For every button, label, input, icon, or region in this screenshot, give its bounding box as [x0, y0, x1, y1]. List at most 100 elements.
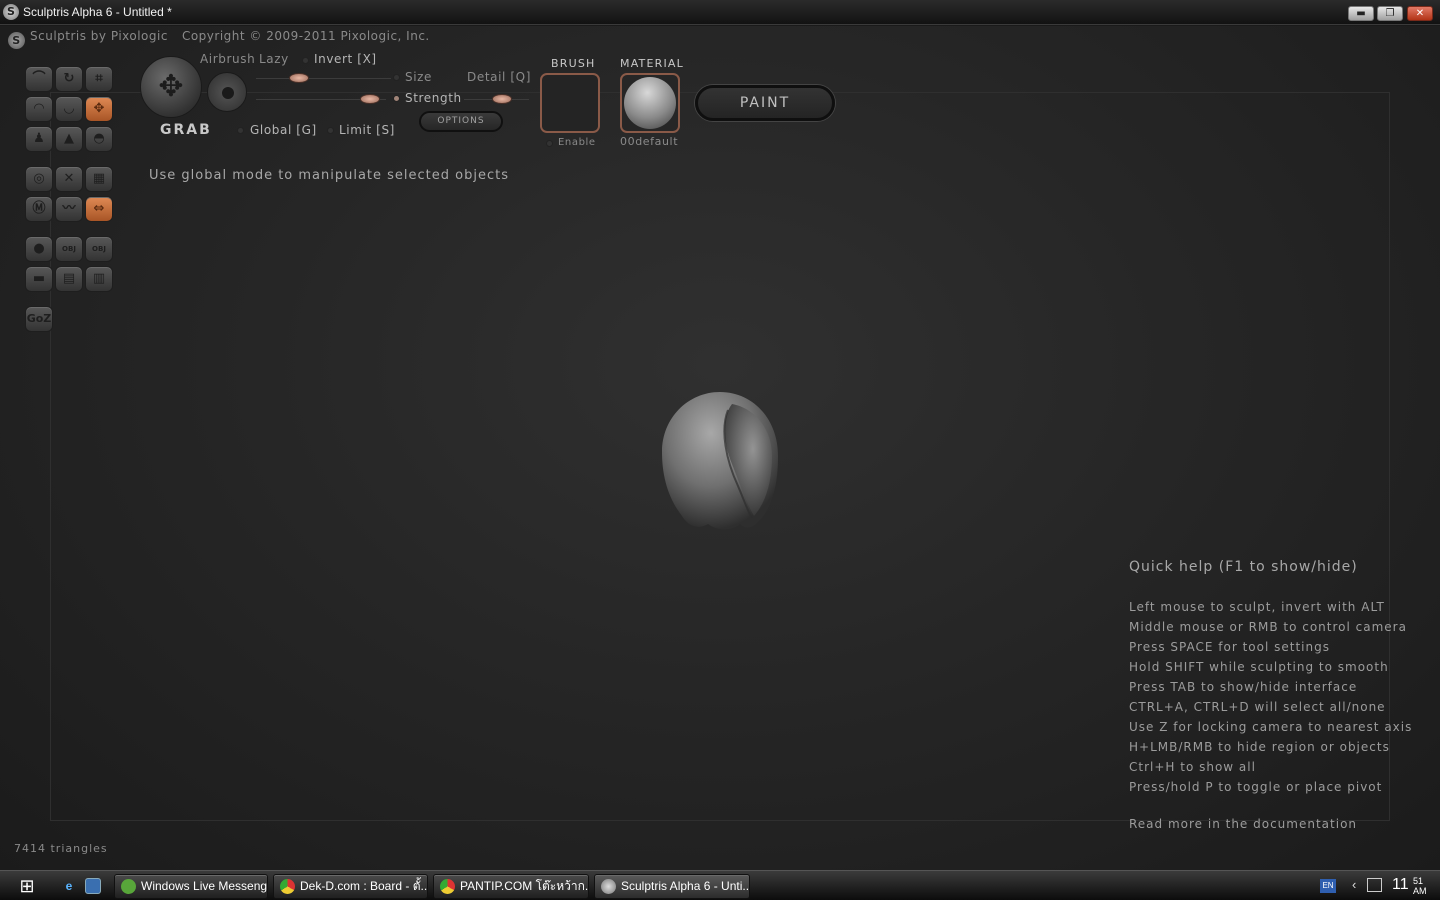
- quick-help-line: CTRL+A, CTRL+D will select all/none: [1129, 700, 1386, 714]
- grab-tool-icon[interactable]: ✥: [85, 96, 113, 122]
- strength-radio[interactable]: [393, 95, 400, 102]
- sculptris-icon: [601, 879, 616, 894]
- close-button[interactable]: ✕: [1407, 6, 1433, 21]
- invert-radio[interactable]: [302, 57, 309, 64]
- sculptris-workspace[interactable]: S Sculptris by Pixologic Copyright © 2009-…: [0, 26, 1440, 870]
- taskbar-item-pantip[interactable]: PANTIP.COM โต๊ะหว้าก...: [433, 874, 589, 899]
- grab-brush-icon[interactable]: ✥: [140, 56, 202, 118]
- smooth-tool-icon[interactable]: ◓: [85, 126, 113, 152]
- quick-help-line: Left mouse to sculpt, invert with ALT: [1129, 600, 1385, 614]
- brush-swatch-title: BRUSH: [551, 57, 596, 70]
- import-obj-icon[interactable]: OBJ: [55, 236, 83, 262]
- limit-label: Limit [S]: [339, 123, 395, 137]
- windows-start-icon[interactable]: ⊞: [14, 874, 40, 898]
- new-plane-icon[interactable]: ▬: [25, 266, 53, 292]
- airbrush-toggle[interactable]: Airbrush: [200, 52, 255, 66]
- strength-slider-knob[interactable]: [360, 94, 380, 104]
- material-swatch[interactable]: [620, 73, 680, 133]
- material-swatch-title: MATERIAL: [620, 57, 684, 70]
- mask-tool-icon[interactable]: Ⓜ: [25, 196, 53, 222]
- brush-falloff-icon[interactable]: [207, 72, 247, 112]
- quick-help-title: Quick help (F1 to show/hide): [1129, 559, 1358, 575]
- quick-help-line: Press/hold P to toggle or place pivot: [1129, 780, 1383, 794]
- global-radio[interactable]: [237, 127, 244, 134]
- pinch-tool-icon[interactable]: ♟: [25, 126, 53, 152]
- quick-help-line: Hold SHIFT while sculpting to smooth: [1129, 660, 1389, 674]
- window-title: Sculptris Alpha 6 - Untitled *: [23, 5, 172, 19]
- chrome-icon: [440, 879, 455, 894]
- quick-help-line: Use Z for locking camera to nearest axis: [1129, 720, 1413, 734]
- invert-label: Invert [X]: [314, 52, 377, 66]
- language-indicator[interactable]: EN: [1320, 879, 1336, 893]
- tray-expand-icon[interactable]: ‹: [1352, 877, 1356, 892]
- size-radio[interactable]: [393, 74, 400, 81]
- task-label: PANTIP.COM โต๊ะหว้าก...: [460, 879, 589, 893]
- goz-button[interactable]: GoZ: [25, 306, 53, 332]
- chrome-icon: [280, 879, 295, 894]
- network-icon[interactable]: [1367, 878, 1382, 892]
- global-label: Global [G]: [250, 123, 317, 137]
- export-obj-icon[interactable]: OBJ: [85, 236, 113, 262]
- sculptris-logo-icon: S: [8, 32, 25, 49]
- sculpt-mesh[interactable]: [662, 390, 780, 532]
- new-sphere-icon[interactable]: ●: [25, 236, 53, 262]
- messenger-icon: [121, 879, 136, 894]
- quick-help-panel: Quick help (F1 to show/hide) Left mouse …: [1129, 559, 1412, 831]
- copyright-text: Copyright © 2009-2011 Pixologic, Inc.: [181, 29, 430, 43]
- taskbar-item-messenger[interactable]: Windows Live Messenger: [114, 874, 268, 899]
- subdivide-tool-icon[interactable]: 〰: [55, 196, 83, 222]
- minimize-button[interactable]: ▬: [1348, 6, 1374, 21]
- show-desktop-icon[interactable]: [85, 878, 101, 894]
- save-file-icon[interactable]: ▥: [85, 266, 113, 292]
- task-label: Windows Live Messenger: [141, 879, 268, 893]
- taskbar-item-sculptris[interactable]: Sculptris Alpha 6 - Unti...: [594, 874, 750, 899]
- brush-enable-label: Enable: [558, 137, 596, 148]
- taskbar-item-dekd[interactable]: Dek-D.com : Board - ตั้...: [273, 874, 428, 899]
- documentation-link[interactable]: Read more in the documentation: [1129, 817, 1412, 831]
- open-file-icon[interactable]: ▤: [55, 266, 83, 292]
- system-clock[interactable]: 11 51 AM: [1392, 876, 1427, 896]
- detail-slider-knob[interactable]: [492, 94, 512, 104]
- brush-name: GRAB: [160, 122, 212, 138]
- material-name: 00default: [620, 135, 679, 148]
- paint-mode-button[interactable]: PAINT: [695, 85, 835, 121]
- clock-ampm: AM: [1413, 886, 1427, 896]
- lazy-toggle[interactable]: Lazy: [259, 52, 289, 66]
- reduce-tool-icon[interactable]: ✕: [55, 166, 83, 192]
- crease-tool-icon[interactable]: ◡: [55, 96, 83, 122]
- strength-label: Strength: [405, 91, 462, 105]
- wireframe-tool-icon[interactable]: ▦: [85, 166, 113, 192]
- window-titlebar[interactable]: S Sculptris Alpha 6 - Untitled * ▬ ❐ ✕: [0, 0, 1440, 25]
- sculptris-app-icon: S: [3, 4, 19, 20]
- size-label: Size: [405, 70, 433, 84]
- inflate-tool-icon[interactable]: ◠: [25, 96, 53, 122]
- tool-hint-text: Use global mode to manipulate selected o…: [149, 168, 509, 183]
- maximize-button[interactable]: ❐: [1377, 6, 1403, 21]
- clock-min-value: 51: [1413, 876, 1424, 886]
- task-label: Dek-D.com : Board - ตั้...: [300, 879, 428, 893]
- limit-radio[interactable]: [327, 127, 334, 134]
- brand-name: Sculptris by Pixologic: [30, 29, 168, 43]
- size-slider-knob[interactable]: [289, 73, 309, 83]
- triangle-count: 7414 triangles: [14, 842, 108, 855]
- brush-enable-radio[interactable]: [546, 140, 553, 147]
- clock-minutes: 51 AM: [1413, 876, 1427, 896]
- brush-texture-swatch[interactable]: [540, 73, 600, 133]
- quick-help-line: Middle mouse or RMB to control camera: [1129, 620, 1407, 634]
- quick-help-line: Ctrl+H to show all: [1129, 760, 1256, 774]
- internet-explorer-icon[interactable]: e: [61, 878, 77, 894]
- material-sphere-preview: [624, 77, 676, 129]
- clock-hour: 11: [1392, 876, 1409, 893]
- global-move-tool-icon[interactable]: ⇔: [85, 196, 113, 222]
- flatten-tool-icon[interactable]: ▲: [55, 126, 83, 152]
- detail-label: Detail [Q]: [467, 70, 531, 84]
- symmetry-tool-icon[interactable]: ◎: [25, 166, 53, 192]
- draw-tool-icon[interactable]: ⌒: [25, 66, 53, 92]
- task-label: Sculptris Alpha 6 - Unti...: [621, 879, 750, 893]
- rotate-tool-icon[interactable]: ↻: [55, 66, 83, 92]
- options-button[interactable]: OPTIONS: [419, 111, 503, 132]
- scale-tool-icon[interactable]: ⌗: [85, 66, 113, 92]
- size-slider-track[interactable]: [256, 78, 391, 79]
- windows-taskbar: ⊞ e Windows Live Messenger Dek-D.com : B…: [0, 870, 1440, 900]
- brand-line: S Sculptris by Pixologic Copyright © 2009-…: [8, 29, 430, 49]
